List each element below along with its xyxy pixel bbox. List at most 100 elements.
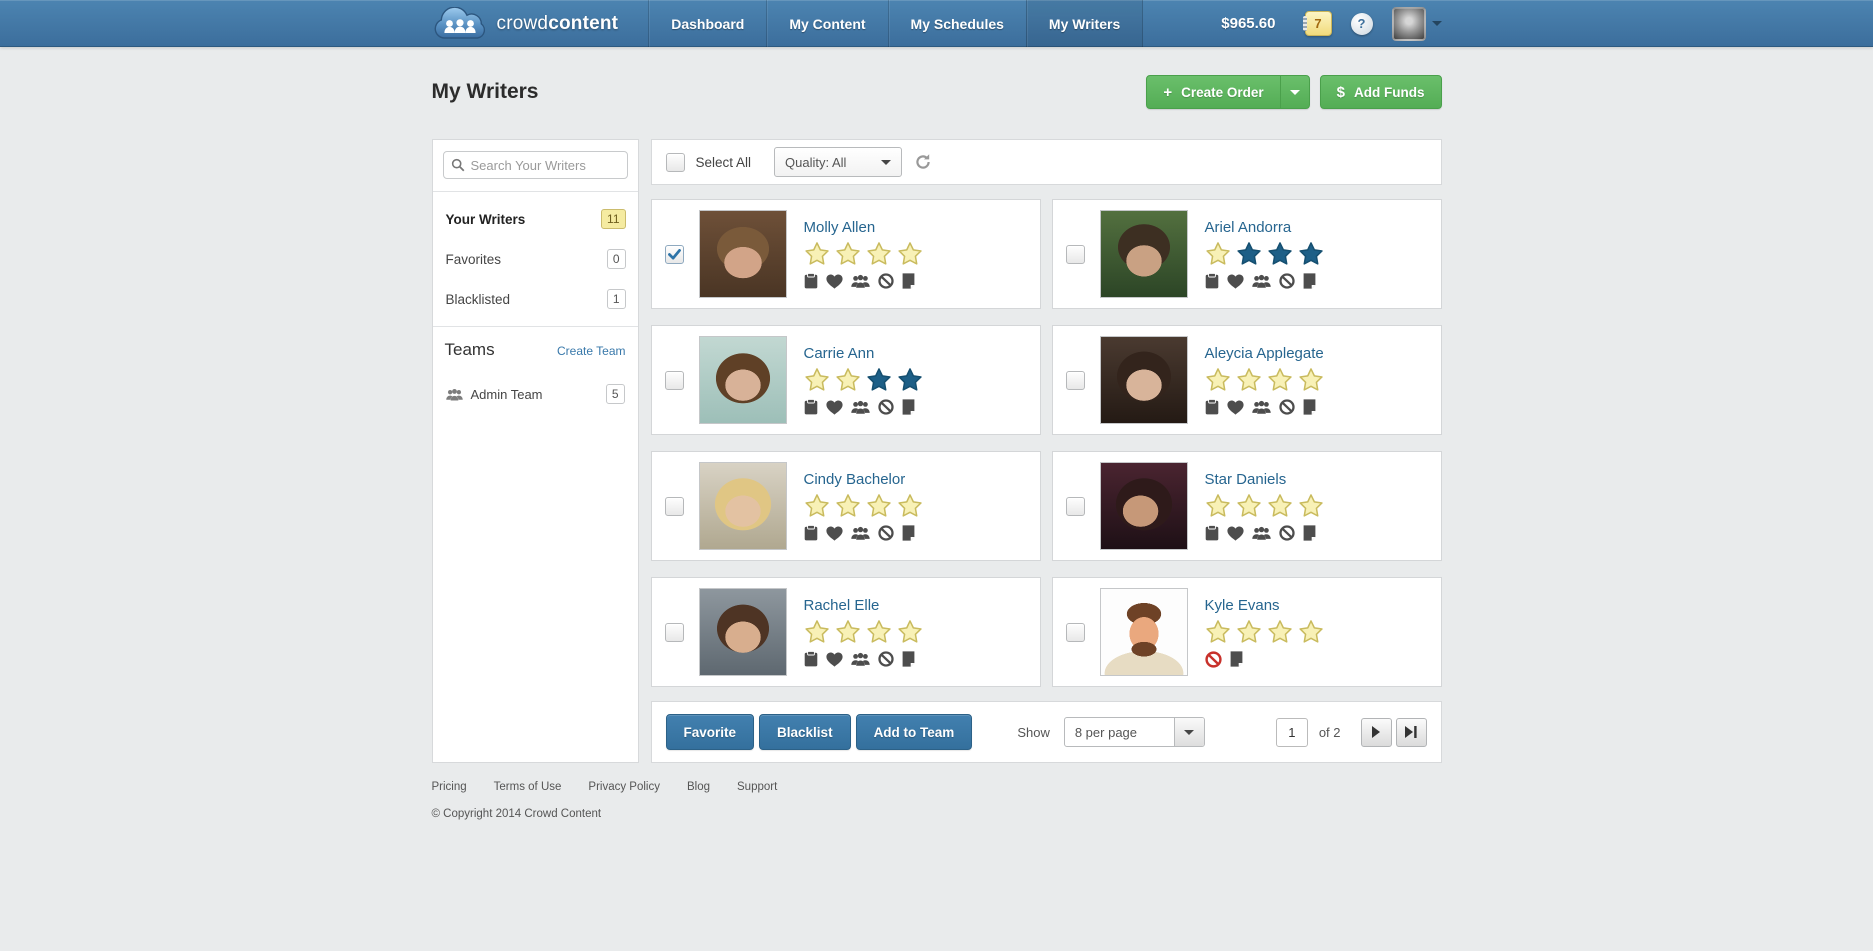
add-funds-button[interactable]: $ Add Funds (1320, 75, 1442, 109)
page-number-input[interactable] (1276, 718, 1308, 747)
select-all-checkbox[interactable] (666, 153, 685, 172)
writer-checkbox[interactable] (665, 371, 684, 390)
star-yellow-icon[interactable] (835, 493, 861, 519)
footer-link-privacy-policy[interactable]: Privacy Policy (588, 781, 660, 793)
last-page-button[interactable] (1396, 718, 1427, 747)
writer-checkbox[interactable] (1066, 371, 1085, 390)
user-menu[interactable] (1392, 7, 1442, 41)
star-yellow-icon[interactable] (1236, 493, 1262, 519)
star-yellow-icon[interactable] (1236, 367, 1262, 393)
block-red-icon[interactable] (1205, 651, 1222, 668)
star-yellow-icon[interactable] (1205, 367, 1231, 393)
nav-my-schedules[interactable]: My Schedules (888, 0, 1026, 47)
clipboard-icon[interactable] (804, 651, 818, 667)
footer-link-pricing[interactable]: Pricing (432, 781, 467, 793)
star-yellow-icon[interactable] (804, 241, 830, 267)
team-icon[interactable] (851, 400, 870, 414)
star-yellow-icon[interactable] (804, 619, 830, 645)
star-yellow-icon[interactable] (866, 493, 892, 519)
block-icon[interactable] (1279, 273, 1295, 289)
footer-link-blog[interactable]: Blog (687, 781, 710, 793)
writer-name-link[interactable]: Star Daniels (1205, 471, 1324, 488)
writer-checkbox[interactable] (1066, 245, 1085, 264)
writer-name-link[interactable]: Aleycia Applegate (1205, 345, 1324, 362)
clipboard-icon[interactable] (1205, 525, 1219, 541)
team-icon[interactable] (851, 274, 870, 288)
writer-checkbox[interactable] (665, 623, 684, 642)
heart-icon[interactable] (1227, 274, 1244, 289)
star-yellow-icon[interactable] (1267, 367, 1293, 393)
block-icon[interactable] (878, 651, 894, 667)
note-icon[interactable] (902, 399, 915, 415)
writer-name-link[interactable]: Molly Allen (804, 219, 923, 236)
sidebar-item-blacklisted[interactable]: Blacklisted 1 (433, 279, 638, 319)
star-yellow-icon[interactable] (1205, 619, 1231, 645)
create-team-link[interactable]: Create Team (557, 344, 625, 358)
heart-icon[interactable] (826, 400, 843, 415)
block-icon[interactable] (878, 399, 894, 415)
team-item-admin-team[interactable]: Admin Team 5 (445, 378, 626, 410)
clipboard-icon[interactable] (804, 399, 818, 415)
block-icon[interactable] (878, 273, 894, 289)
star-blue-icon[interactable] (1298, 241, 1324, 267)
clipboard-icon[interactable] (1205, 399, 1219, 415)
star-yellow-icon[interactable] (866, 241, 892, 267)
note-icon[interactable] (902, 525, 915, 541)
writer-name-link[interactable]: Rachel Elle (804, 597, 923, 614)
notifications-button[interactable]: 7 (1305, 11, 1332, 36)
clipboard-icon[interactable] (804, 525, 818, 541)
star-yellow-icon[interactable] (835, 367, 861, 393)
star-yellow-icon[interactable] (835, 619, 861, 645)
heart-icon[interactable] (1227, 400, 1244, 415)
footer-link-support[interactable]: Support (737, 781, 777, 793)
create-order-button[interactable]: + Create Order (1147, 76, 1279, 108)
crowdcontent-logo[interactable]: crowdcontent (432, 7, 619, 41)
team-icon[interactable] (851, 526, 870, 540)
note-icon[interactable] (1230, 651, 1243, 667)
heart-icon[interactable] (826, 526, 843, 541)
star-yellow-icon[interactable] (804, 493, 830, 519)
star-yellow-icon[interactable] (1205, 493, 1231, 519)
star-yellow-icon[interactable] (866, 619, 892, 645)
note-icon[interactable] (902, 651, 915, 667)
star-yellow-icon[interactable] (1205, 241, 1231, 267)
heart-icon[interactable] (826, 274, 843, 289)
star-yellow-icon[interactable] (1298, 367, 1324, 393)
refresh-button[interactable] (914, 153, 932, 171)
star-yellow-icon[interactable] (1298, 493, 1324, 519)
writer-checkbox[interactable] (665, 245, 684, 264)
nav-my-writers[interactable]: My Writers (1026, 0, 1143, 47)
clipboard-icon[interactable] (804, 273, 818, 289)
search-writers-input[interactable] (443, 151, 628, 179)
writer-checkbox[interactable] (1066, 497, 1085, 516)
team-icon[interactable] (1252, 526, 1271, 540)
per-page-dropdown[interactable]: 8 per page (1064, 717, 1205, 747)
writer-checkbox[interactable] (665, 497, 684, 516)
sidebar-item-your-writers[interactable]: Your Writers 11 (433, 199, 638, 239)
star-yellow-icon[interactable] (835, 241, 861, 267)
star-yellow-icon[interactable] (1267, 493, 1293, 519)
nav-my-content[interactable]: My Content (766, 0, 887, 47)
team-icon[interactable] (851, 652, 870, 666)
note-icon[interactable] (1303, 273, 1316, 289)
heart-icon[interactable] (826, 652, 843, 667)
note-icon[interactable] (902, 273, 915, 289)
blacklist-button[interactable]: Blacklist (759, 714, 851, 750)
star-blue-icon[interactable] (1267, 241, 1293, 267)
account-balance[interactable]: $965.60 (1221, 15, 1275, 32)
block-icon[interactable] (1279, 525, 1295, 541)
heart-icon[interactable] (1227, 526, 1244, 541)
help-button[interactable]: ? (1351, 13, 1373, 35)
favorite-button[interactable]: Favorite (666, 714, 755, 750)
block-icon[interactable] (1279, 399, 1295, 415)
next-page-button[interactable] (1361, 718, 1392, 747)
star-yellow-icon[interactable] (897, 241, 923, 267)
star-yellow-icon[interactable] (1298, 619, 1324, 645)
star-yellow-icon[interactable] (804, 367, 830, 393)
note-icon[interactable] (1303, 525, 1316, 541)
nav-dashboard[interactable]: Dashboard (648, 0, 766, 47)
note-icon[interactable] (1303, 399, 1316, 415)
writer-name-link[interactable]: Kyle Evans (1205, 597, 1324, 614)
footer-link-terms-of-use[interactable]: Terms of Use (494, 781, 562, 793)
sidebar-item-favorites[interactable]: Favorites 0 (433, 239, 638, 279)
